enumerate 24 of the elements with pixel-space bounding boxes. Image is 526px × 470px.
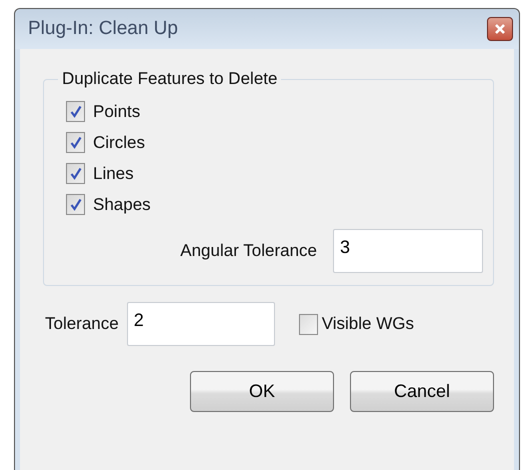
ok-button[interactable]: OK bbox=[190, 371, 334, 412]
checkbox[interactable] bbox=[66, 163, 85, 184]
cancel-button[interactable]: Cancel bbox=[350, 371, 494, 412]
checkbox-label: Shapes bbox=[93, 194, 151, 214]
group-title: Duplicate Features to Delete bbox=[61, 69, 278, 89]
checkbox[interactable] bbox=[298, 314, 318, 334]
field-label: Tolerance bbox=[45, 314, 119, 334]
input-field[interactable]: 3 bbox=[333, 229, 483, 273]
field-label: Angular Tolerance bbox=[180, 241, 317, 261]
input-field[interactable]: 2 bbox=[126, 302, 275, 346]
checkmark-icon bbox=[70, 136, 82, 149]
checkbox-label: Lines bbox=[93, 164, 134, 184]
checkbox[interactable] bbox=[66, 194, 85, 215]
checkmark-icon bbox=[70, 105, 82, 118]
checkbox-label: Circles bbox=[93, 132, 145, 152]
checkbox-label: Points bbox=[93, 102, 140, 122]
close-icon bbox=[493, 23, 507, 35]
checkbox[interactable] bbox=[66, 101, 85, 122]
checkmark-icon bbox=[70, 167, 82, 180]
checkbox-label: Visible WGs bbox=[322, 314, 414, 334]
window-title: Plug-In: Clean Up bbox=[28, 18, 178, 40]
close-button[interactable] bbox=[487, 17, 513, 41]
checkbox[interactable] bbox=[66, 132, 85, 153]
checkmark-icon bbox=[70, 198, 82, 211]
